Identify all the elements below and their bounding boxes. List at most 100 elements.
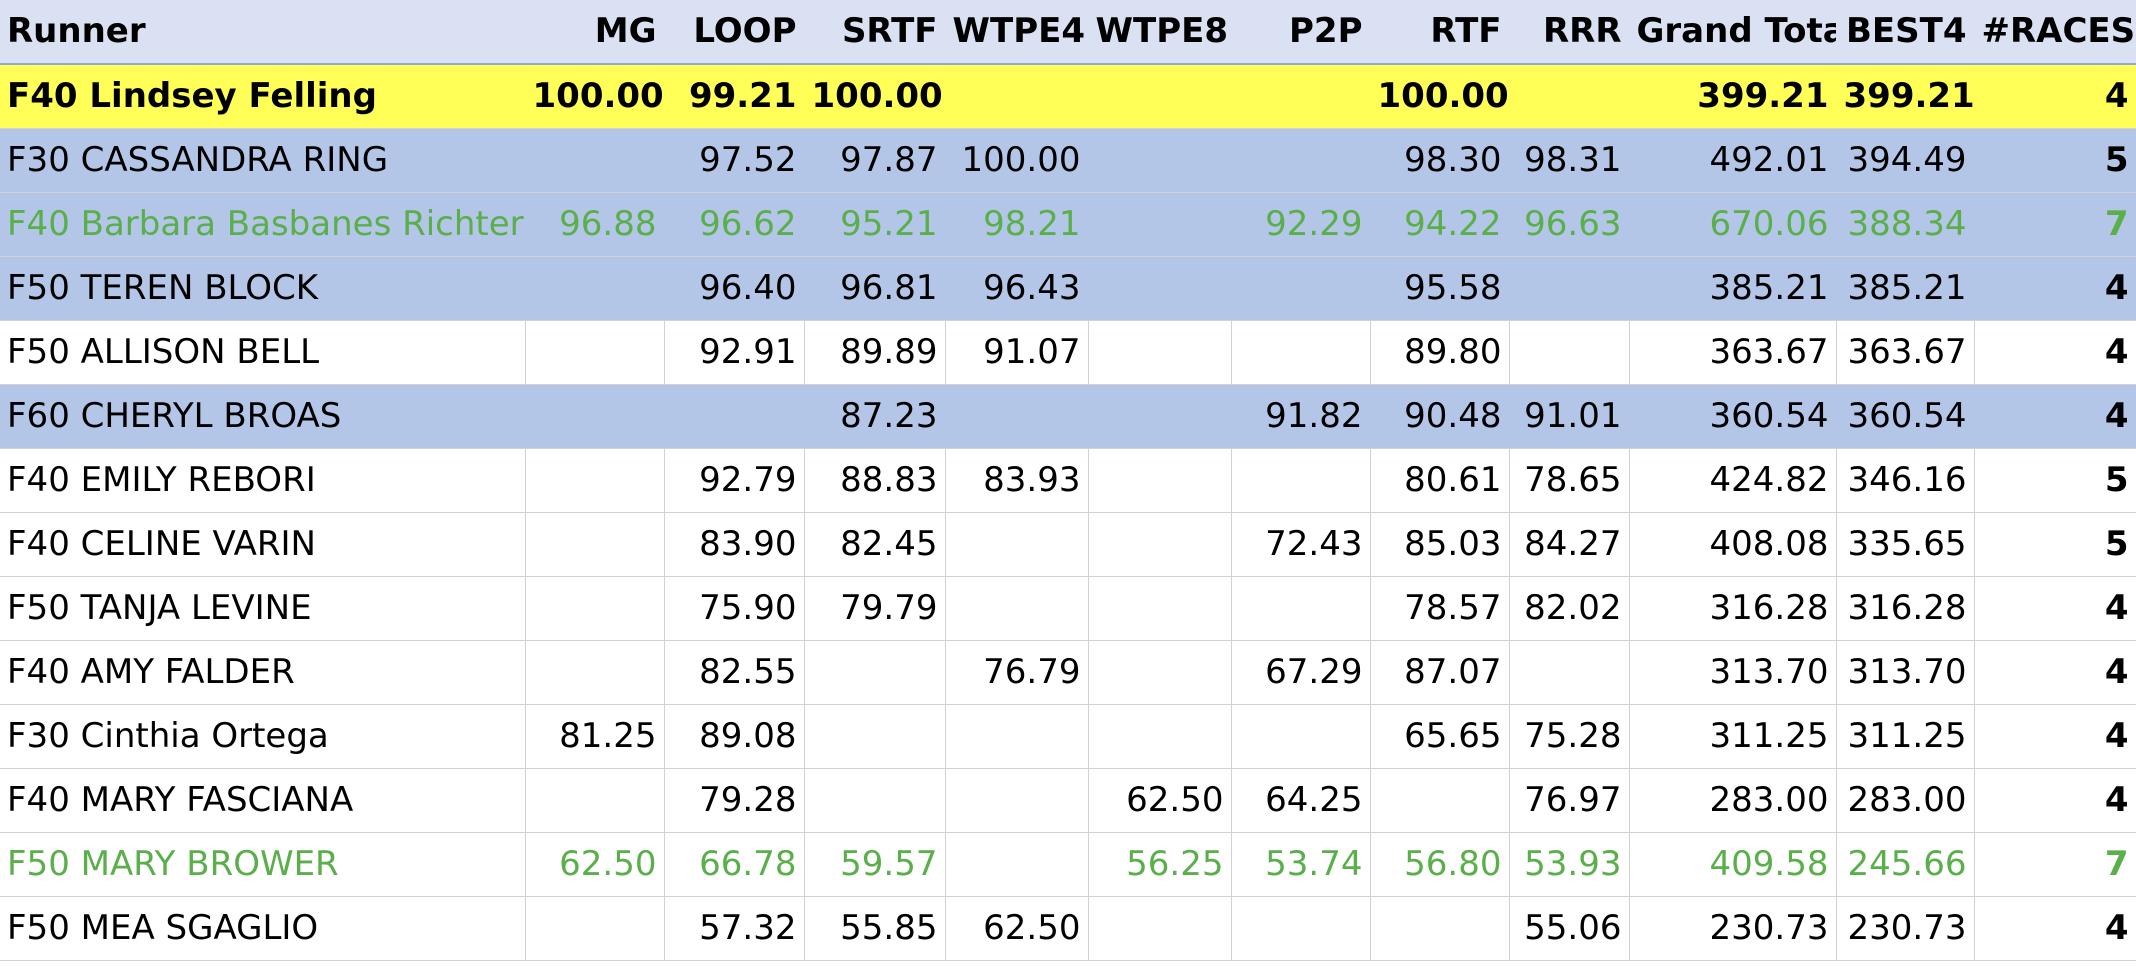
races-cell[interactable]: 4 — [1974, 320, 2136, 385]
wtpe8-cell[interactable]: 62.50 — [1088, 768, 1232, 833]
races-cell[interactable]: 4 — [1974, 384, 2136, 449]
mg-cell[interactable]: 100.00 — [525, 64, 665, 129]
loop-cell[interactable]: 99.21 — [664, 64, 805, 129]
best4-cell[interactable]: 394.49 — [1836, 128, 1975, 193]
best4-cell[interactable]: 316.28 — [1836, 576, 1975, 641]
rtf-cell[interactable]: 87.07 — [1370, 640, 1510, 705]
races-cell[interactable]: 4 — [1974, 896, 2136, 961]
column-header-best4[interactable]: BEST4 — [1836, 0, 1975, 65]
mg-cell[interactable] — [525, 384, 665, 449]
p2p-cell[interactable]: 91.82 — [1231, 384, 1371, 449]
column-header-grand-total[interactable]: Grand Total — [1629, 0, 1837, 65]
runner-cell[interactable]: F40 AMY FALDER — [0, 640, 526, 705]
srtf-cell[interactable]: 88.83 — [804, 448, 946, 513]
rtf-cell[interactable]: 56.80 — [1370, 832, 1510, 897]
grand-total-cell[interactable]: 316.28 — [1629, 576, 1837, 641]
mg-cell[interactable]: 81.25 — [525, 704, 665, 769]
runner-cell[interactable]: F50 TANJA LEVINE — [0, 576, 526, 641]
wtpe8-cell[interactable] — [1088, 576, 1232, 641]
mg-cell[interactable] — [525, 320, 665, 385]
runner-cell[interactable]: F40 EMILY REBORI — [0, 448, 526, 513]
races-cell[interactable]: 5 — [1974, 512, 2136, 577]
mg-cell[interactable] — [525, 576, 665, 641]
runner-cell[interactable]: F50 ALLISON BELL — [0, 320, 526, 385]
loop-cell[interactable]: 89.08 — [664, 704, 805, 769]
srtf-cell[interactable] — [804, 768, 946, 833]
loop-cell[interactable] — [664, 384, 805, 449]
wtpe4-cell[interactable] — [945, 576, 1089, 641]
p2p-cell[interactable] — [1231, 320, 1371, 385]
column-header-wtpe4[interactable]: WTPE4 — [945, 0, 1089, 65]
races-cell[interactable]: 5 — [1974, 128, 2136, 193]
p2p-cell[interactable]: 53.74 — [1231, 832, 1371, 897]
srtf-cell[interactable] — [804, 640, 946, 705]
best4-cell[interactable]: 230.73 — [1836, 896, 1975, 961]
races-cell[interactable]: 4 — [1974, 576, 2136, 641]
p2p-cell[interactable]: 92.29 — [1231, 192, 1371, 257]
srtf-cell[interactable]: 100.00 — [804, 64, 946, 129]
loop-cell[interactable]: 79.28 — [664, 768, 805, 833]
wtpe8-cell[interactable] — [1088, 192, 1232, 257]
rrr-cell[interactable]: 78.65 — [1509, 448, 1630, 513]
rtf-cell[interactable] — [1370, 768, 1510, 833]
grand-total-cell[interactable]: 230.73 — [1629, 896, 1837, 961]
srtf-cell[interactable]: 95.21 — [804, 192, 946, 257]
best4-cell[interactable]: 245.66 — [1836, 832, 1975, 897]
p2p-cell[interactable] — [1231, 256, 1371, 321]
mg-cell[interactable] — [525, 128, 665, 193]
p2p-cell[interactable] — [1231, 128, 1371, 193]
runner-cell[interactable]: F50 MEA SGAGLIO — [0, 896, 526, 961]
wtpe4-cell[interactable]: 76.79 — [945, 640, 1089, 705]
rrr-cell[interactable]: 91.01 — [1509, 384, 1630, 449]
races-cell[interactable]: 5 — [1974, 448, 2136, 513]
loop-cell[interactable]: 83.90 — [664, 512, 805, 577]
mg-cell[interactable] — [525, 768, 665, 833]
wtpe8-cell[interactable] — [1088, 64, 1232, 129]
column-header-rtf[interactable]: RTF — [1370, 0, 1510, 65]
races-cell[interactable]: 4 — [1974, 704, 2136, 769]
p2p-cell[interactable] — [1231, 576, 1371, 641]
loop-cell[interactable]: 96.62 — [664, 192, 805, 257]
loop-cell[interactable]: 82.55 — [664, 640, 805, 705]
column-header-rrr[interactable]: RRR — [1509, 0, 1630, 65]
runner-cell[interactable]: F30 CASSANDRA RING — [0, 128, 526, 193]
srtf-cell[interactable]: 97.87 — [804, 128, 946, 193]
wtpe8-cell[interactable] — [1088, 704, 1232, 769]
mg-cell[interactable]: 96.88 — [525, 192, 665, 257]
rtf-cell[interactable]: 94.22 — [1370, 192, 1510, 257]
srtf-cell[interactable]: 89.89 — [804, 320, 946, 385]
wtpe8-cell[interactable] — [1088, 256, 1232, 321]
loop-cell[interactable]: 96.40 — [664, 256, 805, 321]
wtpe8-cell[interactable] — [1088, 448, 1232, 513]
rrr-cell[interactable]: 98.31 — [1509, 128, 1630, 193]
wtpe8-cell[interactable] — [1088, 512, 1232, 577]
mg-cell[interactable] — [525, 640, 665, 705]
rrr-cell[interactable]: 82.02 — [1509, 576, 1630, 641]
wtpe8-cell[interactable] — [1088, 320, 1232, 385]
rrr-cell[interactable]: 76.97 — [1509, 768, 1630, 833]
mg-cell[interactable] — [525, 512, 665, 577]
column-header-loop[interactable]: LOOP — [664, 0, 805, 65]
runner-cell[interactable]: F50 TEREN BLOCK — [0, 256, 526, 321]
loop-cell[interactable]: 97.52 — [664, 128, 805, 193]
rrr-cell[interactable] — [1509, 320, 1630, 385]
rtf-cell[interactable]: 65.65 — [1370, 704, 1510, 769]
srtf-cell[interactable]: 82.45 — [804, 512, 946, 577]
rtf-cell[interactable]: 78.57 — [1370, 576, 1510, 641]
races-cell[interactable]: 7 — [1974, 192, 2136, 257]
races-cell[interactable]: 4 — [1974, 64, 2136, 129]
grand-total-cell[interactable]: 492.01 — [1629, 128, 1837, 193]
wtpe4-cell[interactable] — [945, 512, 1089, 577]
grand-total-cell[interactable]: 283.00 — [1629, 768, 1837, 833]
runner-cell[interactable]: F60 CHERYL BROAS — [0, 384, 526, 449]
runner-cell[interactable]: F40 MARY FASCIANA — [0, 768, 526, 833]
wtpe8-cell[interactable]: 56.25 — [1088, 832, 1232, 897]
wtpe4-cell[interactable]: 62.50 — [945, 896, 1089, 961]
p2p-cell[interactable] — [1231, 448, 1371, 513]
grand-total-cell[interactable]: 424.82 — [1629, 448, 1837, 513]
column-header-runner[interactable]: Runner — [0, 0, 526, 65]
runner-cell[interactable]: F50 MARY BROWER — [0, 832, 526, 897]
best4-cell[interactable]: 313.70 — [1836, 640, 1975, 705]
p2p-cell[interactable] — [1231, 64, 1371, 129]
mg-cell[interactable] — [525, 896, 665, 961]
